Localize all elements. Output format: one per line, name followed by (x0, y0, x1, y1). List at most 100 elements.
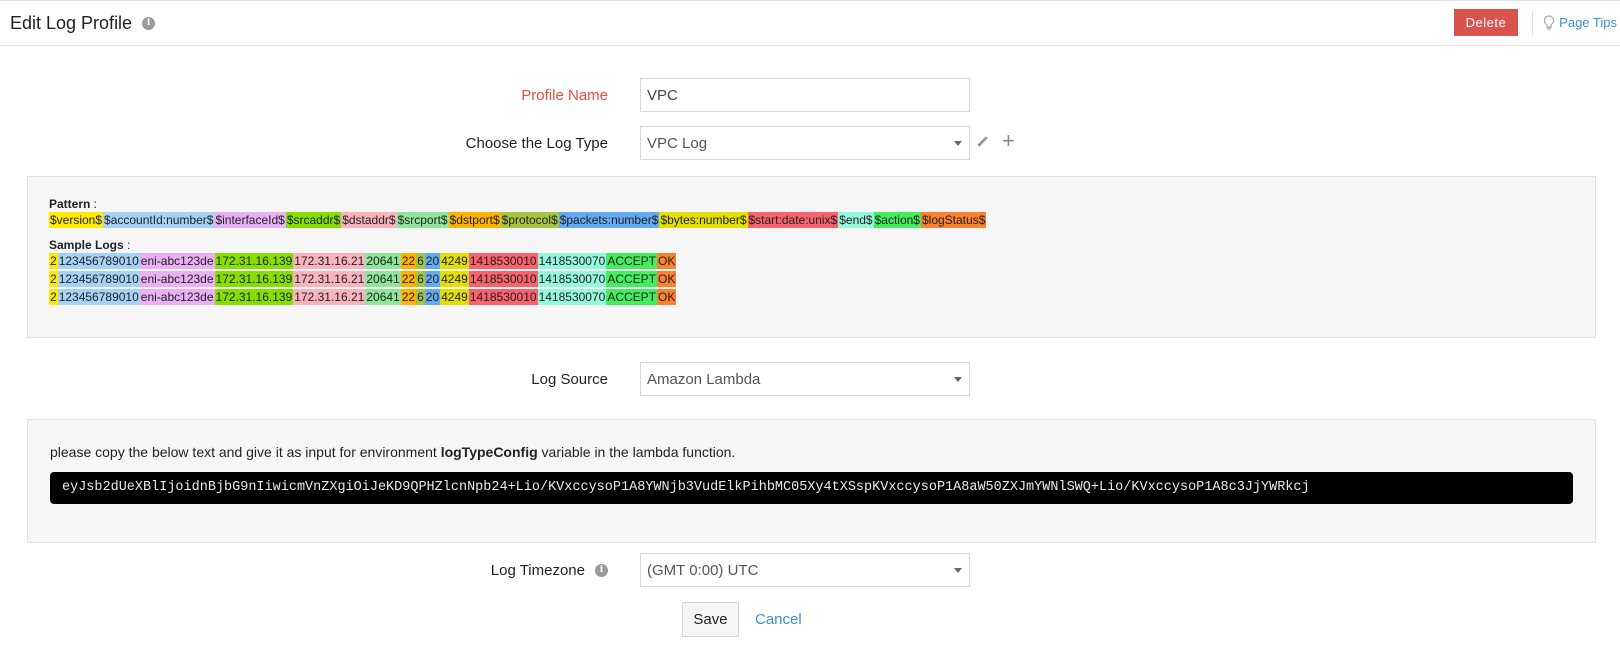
pattern-token: $packets:number$ (558, 212, 660, 228)
sample-log-token: 22 (400, 253, 417, 269)
info-icon[interactable]: i (142, 16, 156, 30)
pattern-token: $logStatus$ (920, 212, 987, 228)
profile-name-value: VPC (647, 86, 678, 104)
chevron-down-icon (954, 141, 962, 146)
sample-log-token: 20 (424, 289, 441, 305)
pattern-token: $action$ (873, 212, 921, 228)
sample-log-token: 4249 (440, 271, 469, 287)
delete-button[interactable]: Delete (1453, 9, 1519, 36)
sample-log-token: 1418530010 (468, 253, 538, 269)
sample-log-token: 2 (49, 253, 58, 269)
sample-log-token: 20 (424, 253, 441, 269)
divider (1532, 10, 1534, 35)
sample-log-token: 2 (49, 271, 58, 287)
sample-log-token: OK (657, 253, 677, 269)
log-type-select[interactable]: VPC Log (640, 126, 970, 160)
pattern-token: $bytes:number$ (659, 212, 748, 228)
sample-log-token: OK (657, 271, 677, 287)
lambda-instruction: please copy the below text and give it a… (50, 444, 736, 460)
sample-log-token: ACCEPT (606, 271, 658, 287)
sample-log-token: 172.31.16.139 (214, 289, 294, 305)
sample-log-token: 172.31.16.21 (293, 289, 366, 305)
pattern-title: Pattern : (49, 197, 98, 211)
sample-log-token: 123456789010 (57, 289, 140, 305)
log-timezone-row: Log Timezone i (GMT 0:00) UTC (0, 553, 970, 587)
log-type-row: Choose the Log Type VPC Log + (0, 126, 1015, 160)
log-type-value: VPC Log (647, 134, 708, 152)
sample-log-token: 1418530070 (537, 253, 607, 269)
pattern-token: $dstaddr$ (341, 212, 397, 228)
lightbulb-icon (1544, 14, 1555, 30)
sample-log-token: ACCEPT (606, 289, 658, 305)
pattern-token: $dstport$ (448, 212, 501, 228)
sample-logs-title: Sample Logs : (49, 238, 131, 252)
page-tips-label: Page Tips (1559, 15, 1617, 30)
log-type-label: Choose the Log Type (465, 134, 608, 152)
log-source-label: Log Source (531, 370, 608, 388)
add-icon[interactable]: + (1002, 130, 1015, 152)
log-source-row: Log Source Amazon Lambda (0, 362, 970, 396)
sample-log-token: 6 (416, 289, 425, 305)
sample-log-token: 4249 (440, 253, 469, 269)
sample-log-token: 20641 (365, 289, 401, 305)
save-button[interactable]: Save (682, 602, 739, 637)
sample-log-token: 172.31.16.139 (214, 271, 294, 287)
sample-log-token: 22 (400, 289, 417, 305)
sample-log-token: 4249 (440, 289, 469, 305)
sample-logs: 2 123456789010 eni-abc123de 172.31.16.139 17… (49, 252, 1574, 306)
sample-log-token: 20641 (365, 271, 401, 287)
pattern-token: $end$ (838, 212, 874, 228)
cancel-link[interactable]: Cancel (755, 611, 802, 628)
sample-log-token: ACCEPT (606, 253, 658, 269)
log-timezone-select[interactable]: (GMT 0:00) UTC (640, 553, 970, 587)
sample-log-token: 172.31.16.21 (293, 253, 366, 269)
sample-log-token: 123456789010 (57, 271, 140, 287)
pattern-token: $srcport$ (396, 212, 449, 228)
sample-log-line: 2 123456789010 eni-abc123de 172.31.16.139 17… (49, 252, 1574, 270)
sample-log-token: 1418530070 (537, 289, 607, 305)
edit-pencil-icon[interactable] (976, 134, 990, 148)
sample-log-token: 2 (49, 289, 58, 305)
lambda-variable-name: logTypeConfig (440, 444, 538, 460)
pattern-token: $srcaddr$ (285, 212, 342, 228)
sample-log-token: 6 (416, 253, 425, 269)
sample-log-token: eni-abc123de (139, 253, 215, 269)
pattern-token: $accountId:number$ (103, 212, 215, 228)
pattern-token: $interfaceId$ (214, 212, 286, 228)
log-source-select[interactable]: Amazon Lambda (640, 362, 970, 396)
sample-log-token: 172.31.16.21 (293, 271, 366, 287)
log-timezone-value: (GMT 0:00) UTC (647, 561, 759, 579)
sample-log-token: eni-abc123de (139, 271, 215, 287)
sample-log-token: OK (657, 289, 677, 305)
pattern-token: $protocol$ (500, 212, 559, 228)
log-source-value: Amazon Lambda (647, 370, 761, 388)
pattern-panel: Pattern : $version$ $accountId:number$ $in… (27, 176, 1596, 338)
sample-log-token: eni-abc123de (139, 289, 215, 305)
pattern-tokens: $version$ $accountId:number$ $interfaceId$… (49, 211, 1574, 229)
log-timezone-label: Log Timezone i (0, 562, 640, 579)
sample-log-token: 1418530010 (468, 271, 538, 287)
sample-log-line: 2 123456789010 eni-abc123de 172.31.16.139 17… (49, 288, 1574, 306)
lambda-config-panel: please copy the below text and give it a… (27, 419, 1596, 543)
profile-name-row: Profile Name VPC (0, 78, 970, 112)
page-title: Edit Log Profile (10, 12, 133, 33)
sample-log-token: 172.31.16.139 (214, 253, 294, 269)
page-tips-link[interactable]: Page Tips (1543, 14, 1620, 31)
profile-name-label: Profile Name (521, 86, 608, 104)
profile-name-input[interactable]: VPC (640, 78, 970, 112)
info-icon[interactable]: i (595, 563, 608, 577)
header-actions: Delete Page Tips (1453, 9, 1620, 36)
sample-log-token: 22 (400, 271, 417, 287)
chevron-down-icon (954, 568, 962, 573)
lambda-config-code[interactable]: eyJsb2dUeXBlIjoidnBjbG9nIiwicmVnZXgiOiJe… (50, 472, 1573, 504)
sample-log-token: 6 (416, 271, 425, 287)
pattern-token: $version$ (49, 212, 104, 228)
pattern-token: $start:date:unix$ (747, 212, 839, 228)
form-actions: Save Cancel (682, 602, 802, 637)
page-header: Edit Log Profile i Delete Page Tips (0, 0, 1620, 46)
sample-log-token: 123456789010 (57, 253, 140, 269)
sample-log-token: 20641 (365, 253, 401, 269)
sample-log-token: 1418530070 (537, 271, 607, 287)
sample-log-line: 2 123456789010 eni-abc123de 172.31.16.139 17… (49, 270, 1574, 288)
sample-log-token: 1418530010 (468, 289, 538, 305)
